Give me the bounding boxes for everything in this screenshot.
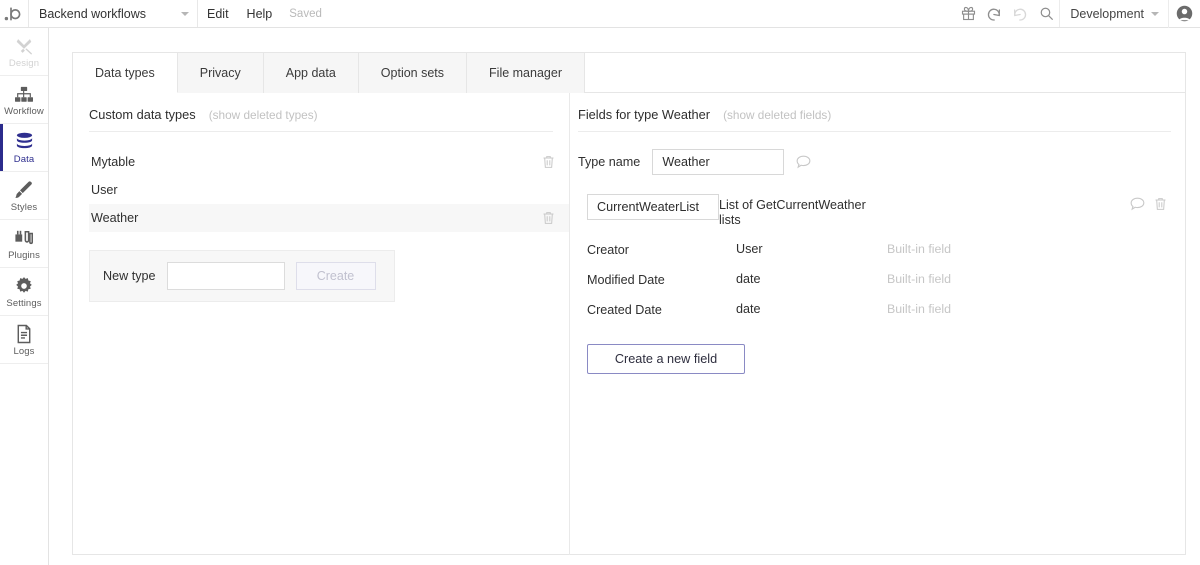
- field-name: Modified Date: [587, 273, 665, 287]
- gear-icon: [14, 275, 34, 296]
- sidebar-item-label: Data: [13, 153, 35, 165]
- field-actions: [1130, 194, 1167, 211]
- panel-columns: Custom data types (show deleted types) M…: [73, 93, 1185, 555]
- redo-icon[interactable]: [1007, 0, 1033, 28]
- tab-data-types[interactable]: Data types: [73, 53, 178, 93]
- new-type-input[interactable]: [166, 262, 285, 290]
- fields-column: Fields for type Weather (show deleted fi…: [569, 93, 1185, 555]
- field-type: List of GetCurrentWeather lists: [719, 198, 866, 227]
- section-title: Custom data types: [89, 107, 196, 122]
- show-deleted-types-link[interactable]: (show deleted types): [209, 108, 318, 122]
- field-note: Built-in field: [887, 272, 952, 286]
- sidebar-item-label: Design: [8, 57, 40, 69]
- tab-file-manager[interactable]: File manager: [467, 53, 585, 93]
- design-icon: [14, 35, 34, 56]
- tab-bar-filler: [584, 53, 1185, 92]
- sidebar-item-logs[interactable]: Logs: [0, 316, 48, 364]
- data-type-name: User: [91, 183, 118, 197]
- field-name: Creator: [587, 243, 629, 257]
- tab-app-data[interactable]: App data: [263, 53, 359, 93]
- gift-icon[interactable]: [955, 0, 981, 28]
- trash-icon[interactable]: [542, 155, 555, 169]
- tab-option-sets[interactable]: Option sets: [358, 53, 468, 93]
- list-item[interactable]: Mytable: [89, 148, 569, 176]
- table-row: Creator User Built-in field: [578, 233, 1171, 263]
- menu-help[interactable]: Help: [238, 0, 282, 27]
- custom-data-types-column: Custom data types (show deleted types) M…: [73, 93, 569, 555]
- plugins-icon: [14, 227, 34, 248]
- field-note: Built-in field: [887, 302, 952, 316]
- create-new-field-button[interactable]: Create a new field: [587, 344, 745, 374]
- chevron-down-icon: [1151, 11, 1159, 16]
- save-status: Saved: [289, 7, 322, 20]
- sidebar-item-label: Plugins: [8, 249, 40, 261]
- new-type-label: New type: [103, 269, 156, 283]
- type-name-row: Type name: [578, 149, 1171, 175]
- sidebar-item-design[interactable]: Design: [0, 28, 48, 76]
- app-name-dropdown[interactable]: Backend workflows: [28, 0, 198, 27]
- top-bar: Backend workflows Edit Help Saved Develo…: [0, 0, 1200, 28]
- field-name: Created Date: [587, 303, 662, 317]
- table-row: List of GetCurrentWeather lists: [578, 189, 1171, 233]
- sidebar-item-label: Settings: [6, 297, 42, 309]
- chevron-down-icon: [181, 11, 189, 16]
- tab-bar: Data types Privacy App data Option sets …: [73, 53, 1185, 93]
- avatar[interactable]: [1168, 0, 1200, 28]
- data-type-name: Weather: [91, 211, 139, 225]
- type-name-input[interactable]: [652, 149, 785, 175]
- field-type: date: [736, 272, 761, 286]
- data-icon: [15, 131, 34, 152]
- tab-privacy[interactable]: Privacy: [177, 53, 264, 93]
- field-type: User: [736, 242, 763, 256]
- create-type-button[interactable]: Create: [295, 262, 376, 290]
- version-label: Development: [1070, 6, 1144, 21]
- new-type-panel: New type Create: [89, 250, 395, 302]
- logs-icon: [15, 323, 33, 344]
- menu-edit[interactable]: Edit: [198, 0, 238, 27]
- sidebar-item-plugins[interactable]: Plugins: [0, 220, 48, 268]
- sidebar-item-styles[interactable]: Styles: [0, 172, 48, 220]
- fields-header: Fields for type Weather (show deleted fi…: [578, 107, 1171, 132]
- custom-data-types-header: Custom data types (show deleted types): [89, 107, 553, 132]
- comment-bubble-icon[interactable]: [796, 155, 811, 169]
- sidebar-item-settings[interactable]: Settings: [0, 268, 48, 316]
- trash-icon[interactable]: [1154, 197, 1167, 211]
- show-deleted-fields-link[interactable]: (show deleted fields): [723, 108, 831, 122]
- sidebar-item-label: Workflow: [4, 105, 44, 117]
- list-item[interactable]: User: [89, 176, 569, 204]
- workflow-icon: [14, 83, 34, 104]
- field-note: Built-in field: [887, 242, 952, 256]
- field-type: date: [736, 302, 761, 316]
- sidebar-item-label: Styles: [10, 201, 38, 213]
- bubble-logo[interactable]: [0, 0, 28, 28]
- field-name-input[interactable]: [587, 194, 719, 220]
- search-icon[interactable]: [1033, 0, 1059, 28]
- section-title: Fields for type Weather: [578, 107, 711, 122]
- content-panel: Data types Privacy App data Option sets …: [72, 52, 1186, 555]
- data-type-name: Mytable: [91, 155, 136, 169]
- comment-bubble-icon[interactable]: [1130, 197, 1145, 211]
- top-bar-right-group: Development: [955, 0, 1200, 28]
- table-row: Created Date date Built-in field: [578, 293, 1171, 323]
- sidebar-item-label: Logs: [13, 345, 35, 357]
- sidebar-item-data[interactable]: Data: [0, 124, 48, 172]
- type-name-label: Type name: [578, 155, 641, 169]
- trash-icon[interactable]: [542, 211, 555, 225]
- undo-icon[interactable]: [981, 0, 1007, 28]
- field-note: [870, 194, 1130, 198]
- sidebar-item-workflow[interactable]: Workflow: [0, 76, 48, 124]
- version-dropdown[interactable]: Development: [1059, 0, 1168, 27]
- table-row: Modified Date date Built-in field: [578, 263, 1171, 293]
- left-sidebar: Design Workflow Data Styles Plugins Sett…: [0, 28, 49, 565]
- styles-icon: [14, 179, 34, 200]
- fields-list: List of GetCurrentWeather lists: [578, 189, 1171, 323]
- app-name-label: Backend workflows: [39, 6, 146, 21]
- data-type-list: Mytable User Weather: [89, 148, 569, 232]
- list-item[interactable]: Weather: [89, 204, 569, 232]
